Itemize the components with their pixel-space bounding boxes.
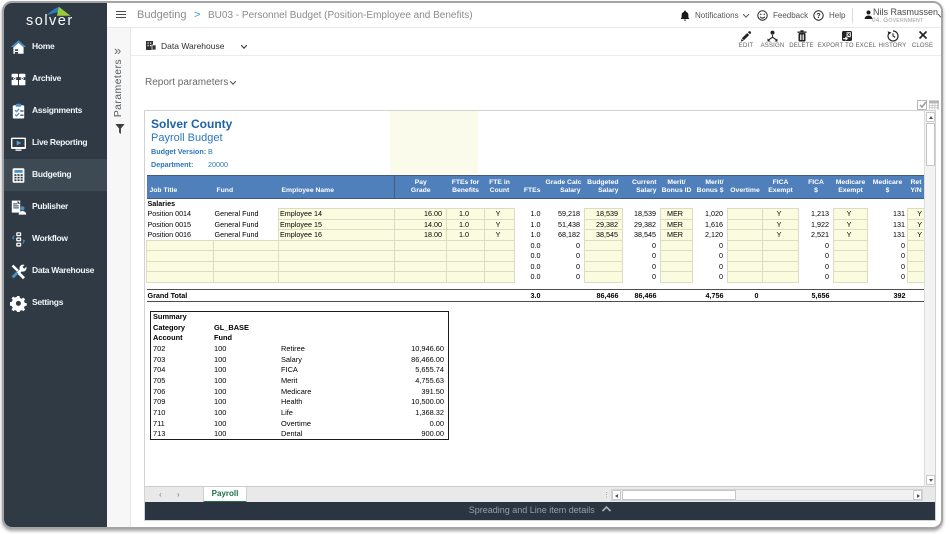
- svg-text:?: ?: [816, 13, 820, 20]
